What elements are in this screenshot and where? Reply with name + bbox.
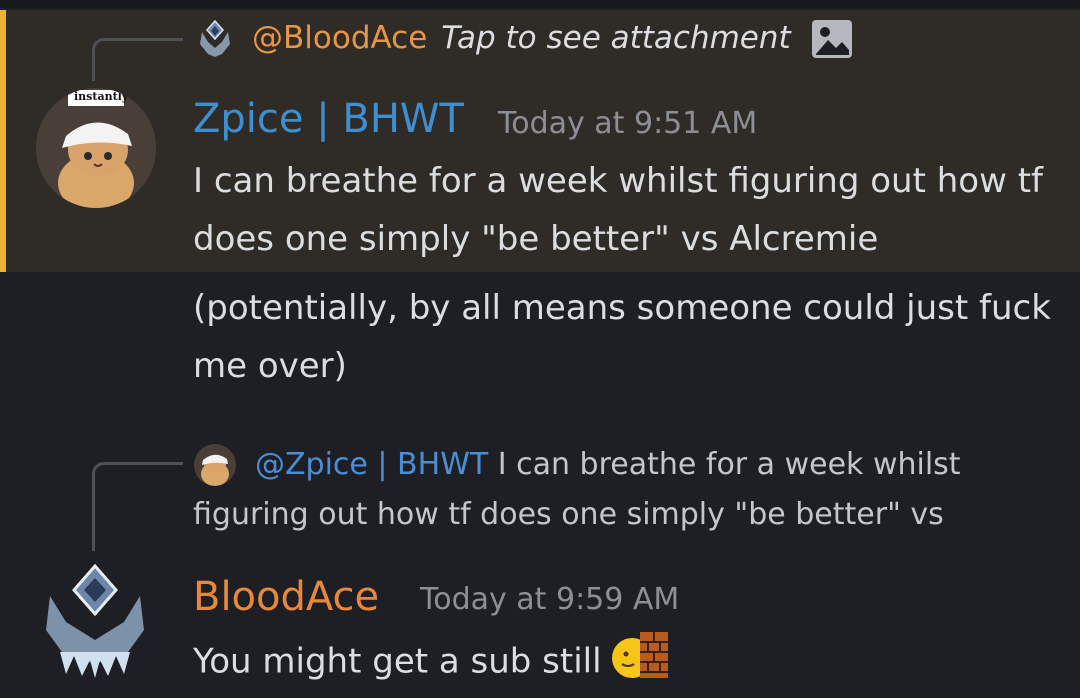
ice-crown-icon <box>46 563 144 678</box>
reply-preview[interactable]: @Zpice | BHWT I can breathe for a week w… <box>193 440 1053 540</box>
message-line: (potentially, by all means someone could… <box>193 288 1051 386</box>
avatar-caption: instantly <box>74 90 129 103</box>
reply-mention[interactable]: @Zpice | BHWT <box>255 447 488 482</box>
reply-preview-text[interactable]: Tap to see attachment <box>441 20 790 56</box>
reply-mention[interactable]: @BloodAce <box>252 20 427 56</box>
top-divider <box>0 0 1080 8</box>
message-content[interactable]: I can breathe for a week whilst figuring… <box>193 152 1063 268</box>
message-timestamp[interactable]: Today at 9:51 AM <box>498 106 757 141</box>
avatar-zpice[interactable]: instantly <box>36 88 156 208</box>
message-content[interactable]: (potentially, by all means someone could… <box>193 279 1063 395</box>
reply-avatar-bloodace[interactable] <box>194 18 236 60</box>
avatar-bloodace[interactable] <box>40 560 150 680</box>
message-line: I can breathe for a week whilst figuring… <box>193 161 1043 259</box>
message-text: You might get a sub still <box>193 641 602 682</box>
ice-crown-icon <box>200 19 230 57</box>
reply-preview[interactable]: @BloodAce Tap to see attachment <box>252 20 791 56</box>
message-timestamp[interactable]: Today at 9:59 AM <box>420 582 679 617</box>
mention-highlight-bar <box>0 10 6 272</box>
reply-connector <box>92 38 183 81</box>
reply-connector <box>92 462 183 551</box>
author-name[interactable]: BloodAce <box>193 574 379 620</box>
image-icon[interactable] <box>812 20 852 58</box>
melting-face-brick-wall-emoji <box>611 628 670 698</box>
message-content[interactable]: You might get a sub still <box>193 628 1063 698</box>
author-name[interactable]: Zpice | BHWT <box>193 96 464 142</box>
